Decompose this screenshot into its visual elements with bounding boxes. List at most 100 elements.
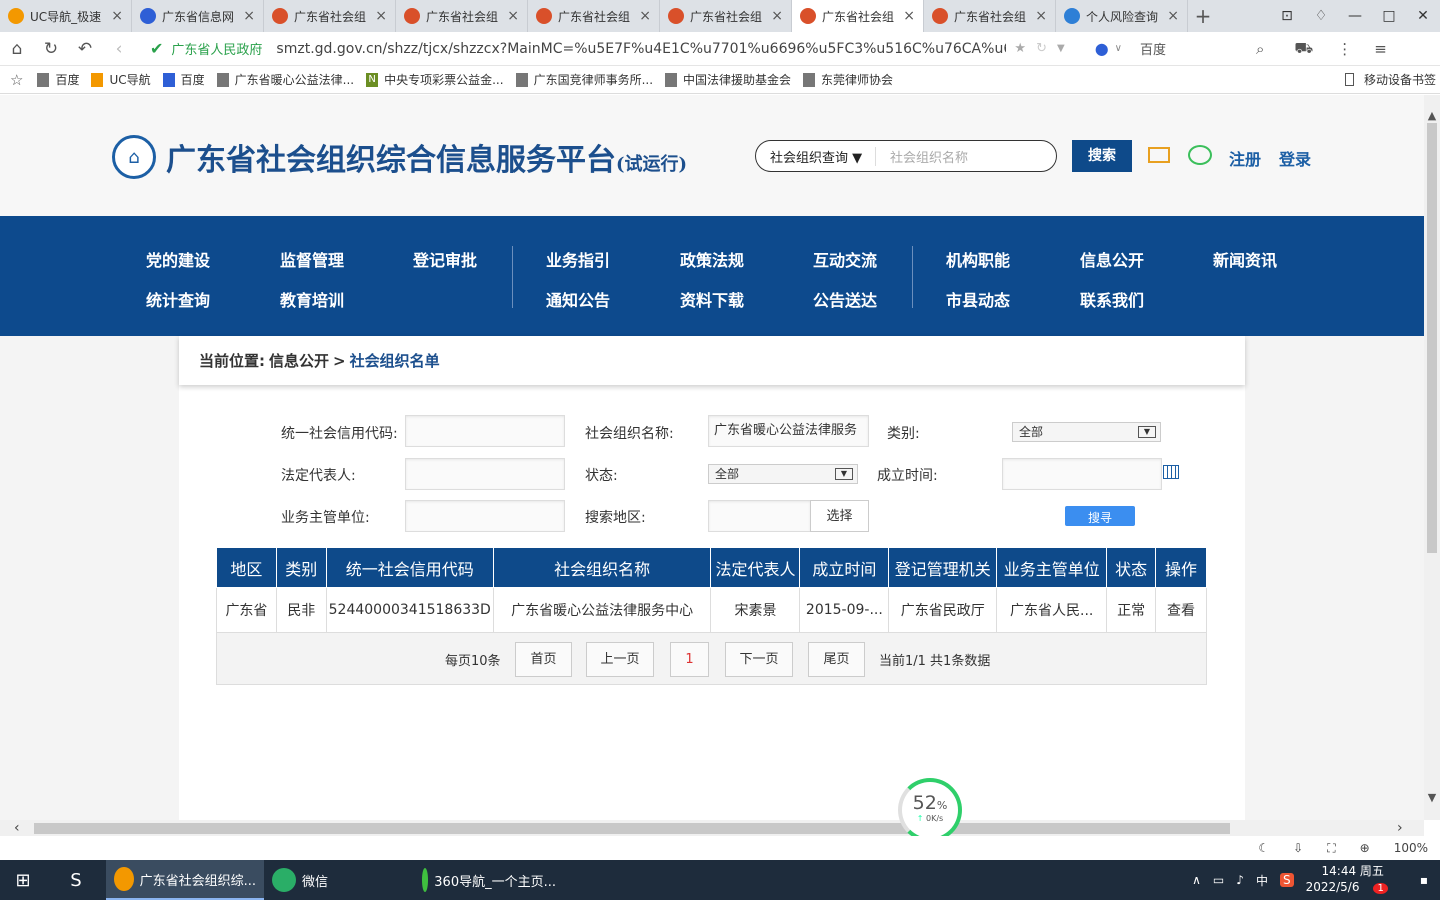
scroll-thumb[interactable] [1427,123,1437,553]
breadcrumb-parent[interactable]: 信息公开 [269,350,329,371]
tab-close-icon[interactable]: × [903,8,915,24]
tab-close-icon[interactable]: × [1167,8,1179,24]
scroll-left-icon[interactable]: ‹ [14,820,20,836]
tray-expand-icon[interactable]: ∧ [1192,873,1201,887]
display-icon[interactable]: ▭ [1213,873,1224,887]
back-icon[interactable]: ‹ [102,39,136,59]
scroll-up-icon[interactable]: ▲ [1424,109,1440,122]
sogou-icon[interactable]: S [1279,873,1294,887]
zoom-level[interactable]: 100% [1394,841,1428,855]
restore-tabs-icon[interactable]: ⊡ [1270,0,1304,32]
mail-icon[interactable] [1148,147,1170,163]
network-speed-widget[interactable]: 52% ↑ 0K/s [898,778,962,842]
nav-item[interactable]: 新闻资讯 [1213,247,1277,271]
taskbar-item[interactable]: 微信 [264,860,414,900]
more-icon[interactable]: ⋮ [1337,40,1352,58]
bookmark-item[interactable]: 百度 [162,71,205,88]
page-number-button[interactable]: 1 [670,642,709,677]
login-link[interactable]: 登录 [1279,146,1311,170]
action-center-icon[interactable]: ▪ [1420,873,1428,887]
nav-item[interactable]: 统计查询 [146,287,210,311]
app-launcher-icon[interactable]: S [46,860,106,900]
tab-close-icon[interactable]: × [507,8,519,24]
windows-start-icon[interactable]: ⊞ [0,860,46,900]
horizontal-scrollbar[interactable]: ‹ › [0,820,1424,836]
tab-close-icon[interactable]: × [375,8,387,24]
nav-item[interactable]: 通知公告 [546,287,610,311]
clock[interactable]: 14:44 周五 2022/5/6 1 [1306,863,1400,897]
nav-item[interactable]: 教育培训 [280,287,344,311]
calendar-icon[interactable] [1163,465,1179,479]
menu-icon[interactable]: ≡ [1374,40,1387,58]
minimize-button[interactable]: — [1338,0,1372,32]
chat-icon[interactable] [1188,145,1212,165]
nav-item[interactable]: 市县动态 [946,287,1010,311]
site-logo-icon[interactable]: ⌂ [112,135,156,179]
bookmark-item[interactable]: 广东省暖心公益法律... [216,71,354,88]
tab-close-icon[interactable]: × [111,8,123,24]
nav-item[interactable]: 联系我们 [1080,287,1144,311]
prev-page-button[interactable]: 上一页 [586,642,654,677]
browser-tab[interactable]: 广东省社会组 × [792,0,924,32]
browser-tab[interactable]: 广东省社会组 × [924,0,1056,32]
nav-item[interactable]: 资料下载 [680,287,744,311]
next-page-button[interactable]: 下一页 [725,642,793,677]
bookmark-item[interactable]: N 中央专项彩票公益金... [366,71,504,88]
baidu-paw-icon[interactable]: ● [1095,39,1109,58]
browser-tab[interactable]: 个人风险查询 × [1056,0,1188,32]
maximize-button[interactable]: □ [1372,0,1406,32]
browser-tab[interactable]: UC导航_极速 × [0,0,132,32]
last-page-button[interactable]: 尾页 [808,642,865,677]
search-engine-label[interactable]: 百度 [1140,39,1166,58]
nav-item[interactable]: 监督管理 [280,247,344,271]
credit-code-input[interactable] [405,415,565,447]
status-select[interactable]: 全部 ▼ [708,464,858,484]
refresh-icon[interactable]: ↻ [34,39,68,59]
nav-item[interactable]: 业务指引 [546,247,610,271]
new-tab-button[interactable]: + [1188,0,1218,32]
query-button[interactable]: 搜寻 [1065,506,1135,526]
site-search-button[interactable]: 搜索 [1072,140,1132,172]
volume-icon[interactable]: ♪ [1236,873,1244,887]
url-field[interactable]: smzt.gd.gov.cn/shzz/tjcx/shzzcx?MainMC=%… [276,41,1006,57]
nav-item[interactable]: 信息公开 [1080,247,1144,271]
scroll-right-icon[interactable]: › [1397,820,1403,836]
bookmark-item[interactable]: 百度 [37,71,79,88]
view-link[interactable]: 查看 [1155,587,1207,633]
engine-dropdown-icon[interactable]: ∨ [1115,43,1122,54]
nav-item[interactable]: 党的建设 [146,247,210,271]
star-icon[interactable]: ★ [1014,41,1026,56]
register-link[interactable]: 注册 [1229,146,1261,170]
tab-close-icon[interactable]: × [243,8,255,24]
nav-item[interactable]: 登记审批 [413,247,477,271]
browser-tab[interactable]: 广东省信息网 × [132,0,264,32]
close-window-button[interactable]: ✕ [1406,0,1440,32]
tab-close-icon[interactable]: × [771,8,783,24]
site-search-input[interactable]: 社会组织名称 [876,147,968,166]
star-outline-icon[interactable]: ☆ [10,71,23,89]
supervisor-input[interactable] [405,500,565,532]
search-icon[interactable]: ⌕ [1256,40,1264,58]
legal-rep-input[interactable] [405,458,565,490]
fullscreen-icon[interactable]: ⛶ [1327,841,1335,856]
mobile-bookmarks[interactable]: 移动设备书签 [1344,71,1436,88]
night-mode-icon[interactable]: ☾ [1258,841,1269,855]
nav-item[interactable]: 互动交流 [813,247,877,271]
taskbar-item[interactable]: 360导航_一个主页... [414,860,564,900]
bookmark-item[interactable]: 中国法律援助基金会 [665,71,791,88]
ime-indicator[interactable]: 中 [1256,872,1268,889]
zoom-icon[interactable]: ⊕ [1360,841,1370,855]
refresh-alt-icon[interactable]: ↻ [1036,41,1047,56]
cart-icon[interactable]: ⛟ [1294,39,1313,59]
vertical-scrollbar[interactable]: ▲ ▼ [1424,95,1440,820]
chevron-down-icon[interactable]: ▼ [1057,43,1065,54]
founded-input[interactable] [1002,458,1162,490]
home-icon[interactable]: ⌂ [0,39,34,59]
scroll-down-icon[interactable]: ▼ [1424,791,1440,804]
category-select[interactable]: 全部 ▼ [1012,422,1161,442]
choose-region-button[interactable]: 选择 [810,500,869,532]
nav-item[interactable]: 公告送达 [813,287,877,311]
org-name-input[interactable]: 广东省暖心公益法律服务 [708,415,869,447]
taskbar-item[interactable]: 广东省社会组织综... [106,860,264,900]
scroll-thumb[interactable] [34,823,1230,834]
